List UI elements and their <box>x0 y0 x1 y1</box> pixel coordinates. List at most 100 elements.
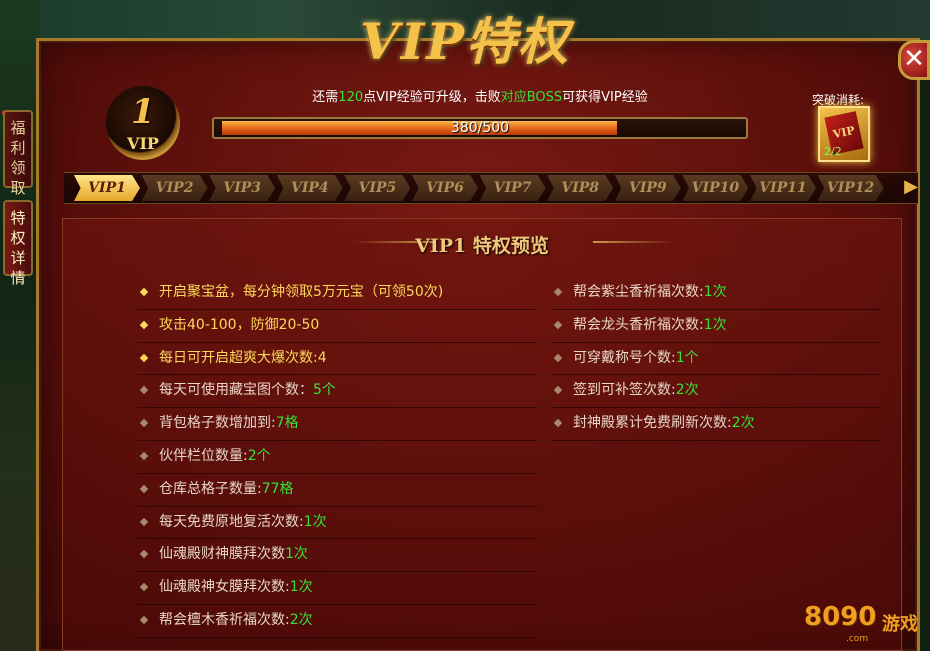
logo-digits: 8090 <box>804 602 877 632</box>
privilege-row: 可穿戴称号个数:1个 <box>551 343 881 376</box>
privilege-text: 每天可使用藏宝图个数： <box>159 382 313 399</box>
bullet-icon <box>553 353 563 362</box>
privilege-text: 攻击40-100，防御20-50 <box>159 316 320 333</box>
privilege-text: 伙伴栏位数量: <box>159 447 248 464</box>
privilege-row: 签到可补签次数:2次 <box>551 375 881 409</box>
privilege-value: 1次 <box>703 284 727 300</box>
privilege-row: 帮会紫尘香祈福次数:1次 <box>551 277 881 310</box>
privilege-value: 2次 <box>289 611 313 628</box>
breakthrough-item[interactable]: VIP 2/2 <box>818 106 870 162</box>
privilege-value: 2次 <box>731 415 755 432</box>
bullet-icon <box>553 320 563 330</box>
privilege-text: 封神殿累计免费刷新次数: <box>573 415 732 432</box>
privilege-row: 仓库总格子数量:77格 <box>137 474 537 507</box>
bullet-icon <box>139 550 149 559</box>
bullet-icon <box>553 418 563 428</box>
bullet-icon <box>139 418 149 428</box>
privilege-value: 2次 <box>675 382 699 399</box>
privilege-list-left: 开启聚宝盆，每分钟领取5万元宝（可领50次) 攻击40-100，防御20-50 每日… <box>137 277 537 638</box>
bullet-icon <box>139 320 149 330</box>
privilege-value: 77格 <box>261 480 294 497</box>
privilege-row: 伙伴栏位数量:2个 <box>137 441 537 474</box>
privilege-text: 可穿戴称号个数: <box>573 349 676 366</box>
privilege-text: 帮会龙头香祈福次数: <box>573 316 704 333</box>
tab-vip12[interactable]: VIP12 <box>817 175 884 201</box>
privilege-value: 1个 <box>675 349 699 366</box>
tab-vip3[interactable]: VIP3 <box>209 175 276 201</box>
privilege-value: 2个 <box>247 447 271 464</box>
privilege-row: 每天可使用藏宝图个数：5个 <box>137 375 537 409</box>
privilege-list-right: 帮会紫尘香祈福次数:1次 帮会龙头香祈福次数:1次 可穿戴称号个数:1个 签到可补签次… <box>551 277 881 441</box>
tab-vip8[interactable]: VIP8 <box>547 175 614 201</box>
notice-part3: 可获得VIP经验 <box>562 90 648 105</box>
notice-points: 120 <box>338 90 364 105</box>
side-tab-welfare[interactable]: 福利领取 <box>3 110 33 197</box>
breakthrough-count: 2/2 <box>824 145 842 158</box>
bullet-icon <box>139 287 149 297</box>
vip-level-tabs: VIP1 VIP2 VIP3 VIP4 VIP5 VIP6 VIP7 VIP8 VIP9 VIP1… <box>64 172 918 204</box>
section-title: VIP1 特权预览 <box>415 235 549 257</box>
privilege-text: 帮会紫尘香祈福次数: <box>573 284 704 300</box>
bullet-icon <box>139 517 149 526</box>
tab-vip2[interactable]: VIP2 <box>141 175 208 201</box>
privilege-value: 1次 <box>303 513 327 530</box>
vip-exp-progress-bar: 380/500 <box>212 117 748 139</box>
privilege-text: 仙魂殿财神膜拜次数 <box>159 546 285 563</box>
privilege-row: 开启聚宝盆，每分钟领取5万元宝（可领50次) <box>137 277 537 310</box>
privilege-value: 5个 <box>313 382 336 399</box>
site-logo: 8090 游戏 .com <box>800 596 930 646</box>
privilege-row: 背包格子数增加到:7格 <box>137 408 537 441</box>
privilege-row: 每日可开启超爽大爆次数:4 <box>137 343 537 376</box>
bullet-icon <box>139 451 149 461</box>
privilege-value: 1次 <box>285 546 308 563</box>
privilege-row: 攻击40-100，防御20-50 <box>137 310 537 343</box>
privilege-row: 封神殿累计免费刷新次数:2次 <box>551 408 881 441</box>
tab-vip1[interactable]: VIP1 <box>74 175 140 201</box>
privilege-preview-panel: VIP1 特权预览 开启聚宝盆，每分钟领取5万元宝（可领50次) 攻击40-100… <box>62 218 902 651</box>
privilege-text: 签到可补签次数: <box>573 382 676 399</box>
vip-level-number: 1 <box>131 92 155 132</box>
upgrade-notice: 还需120点VIP经验可升级，击败对应BOSS可获得VIP经验 <box>200 86 760 105</box>
bullet-icon <box>553 386 563 395</box>
logo-domain: .com <box>846 634 869 644</box>
notice-part2: 点VIP经验可升级，击败 <box>363 90 501 105</box>
vip-level-badge: 1 VIP <box>106 86 180 160</box>
privilege-text: 背包格子数增加到: <box>159 415 276 432</box>
tab-vip10[interactable]: VIP10 <box>682 175 749 201</box>
privilege-value: 1次 <box>289 579 313 596</box>
privilege-text: 帮会檀木香祈福次数: <box>159 611 290 628</box>
privilege-text: 每日可开启超爽大爆次数:4 <box>159 349 327 366</box>
privilege-value: 7格 <box>275 415 299 432</box>
boss-link[interactable]: 对应BOSS <box>501 90 562 105</box>
bullet-icon <box>139 386 149 395</box>
vip-badge-label: VIP <box>127 134 159 153</box>
privilege-text: 仙魂殿神女膜拜次数: <box>159 579 290 596</box>
logo-word: 游戏 <box>882 614 918 635</box>
privilege-row: 仙魂殿财神膜拜次数1次 <box>137 539 537 573</box>
tab-vip5[interactable]: VIP5 <box>344 175 411 201</box>
privilege-row: 仙魂殿神女膜拜次数:1次 <box>137 572 537 605</box>
tab-vip11[interactable]: VIP11 <box>750 175 816 201</box>
privilege-text: 仓库总格子数量: <box>159 480 262 497</box>
close-button[interactable]: ✕ <box>898 40 930 80</box>
tab-vip4[interactable]: VIP4 <box>276 175 343 201</box>
title-ornament-right <box>593 241 673 243</box>
tab-vip6[interactable]: VIP6 <box>412 175 478 201</box>
tab-vip7[interactable]: VIP7 <box>479 175 546 201</box>
privilege-text: 开启聚宝盆，每分钟领取5万元宝（可领50次) <box>159 284 444 300</box>
title-banner: VIP特权 <box>230 0 700 71</box>
privilege-text: 每天免费原地复活次数: <box>159 513 304 530</box>
bullet-icon <box>553 287 563 297</box>
privilege-row: 帮会龙头香祈福次数:1次 <box>551 310 881 343</box>
tabs-next-arrow-icon[interactable]: ▶ <box>904 176 918 198</box>
side-tab-privilege-details[interactable]: 特权详情 <box>3 200 33 287</box>
progress-text: 380/500 <box>450 120 510 136</box>
tab-vip9[interactable]: VIP9 <box>614 175 681 201</box>
bullet-icon <box>139 582 149 592</box>
panel-title: VIP特权 <box>360 12 570 71</box>
bullet-icon <box>139 484 149 494</box>
privilege-row: 帮会檀木香祈福次数:2次 <box>137 605 537 638</box>
notice-part1: 还需 <box>312 90 339 105</box>
privilege-row: 每天免费原地复活次数:1次 <box>137 507 537 540</box>
privilege-value: 1次 <box>703 316 727 333</box>
